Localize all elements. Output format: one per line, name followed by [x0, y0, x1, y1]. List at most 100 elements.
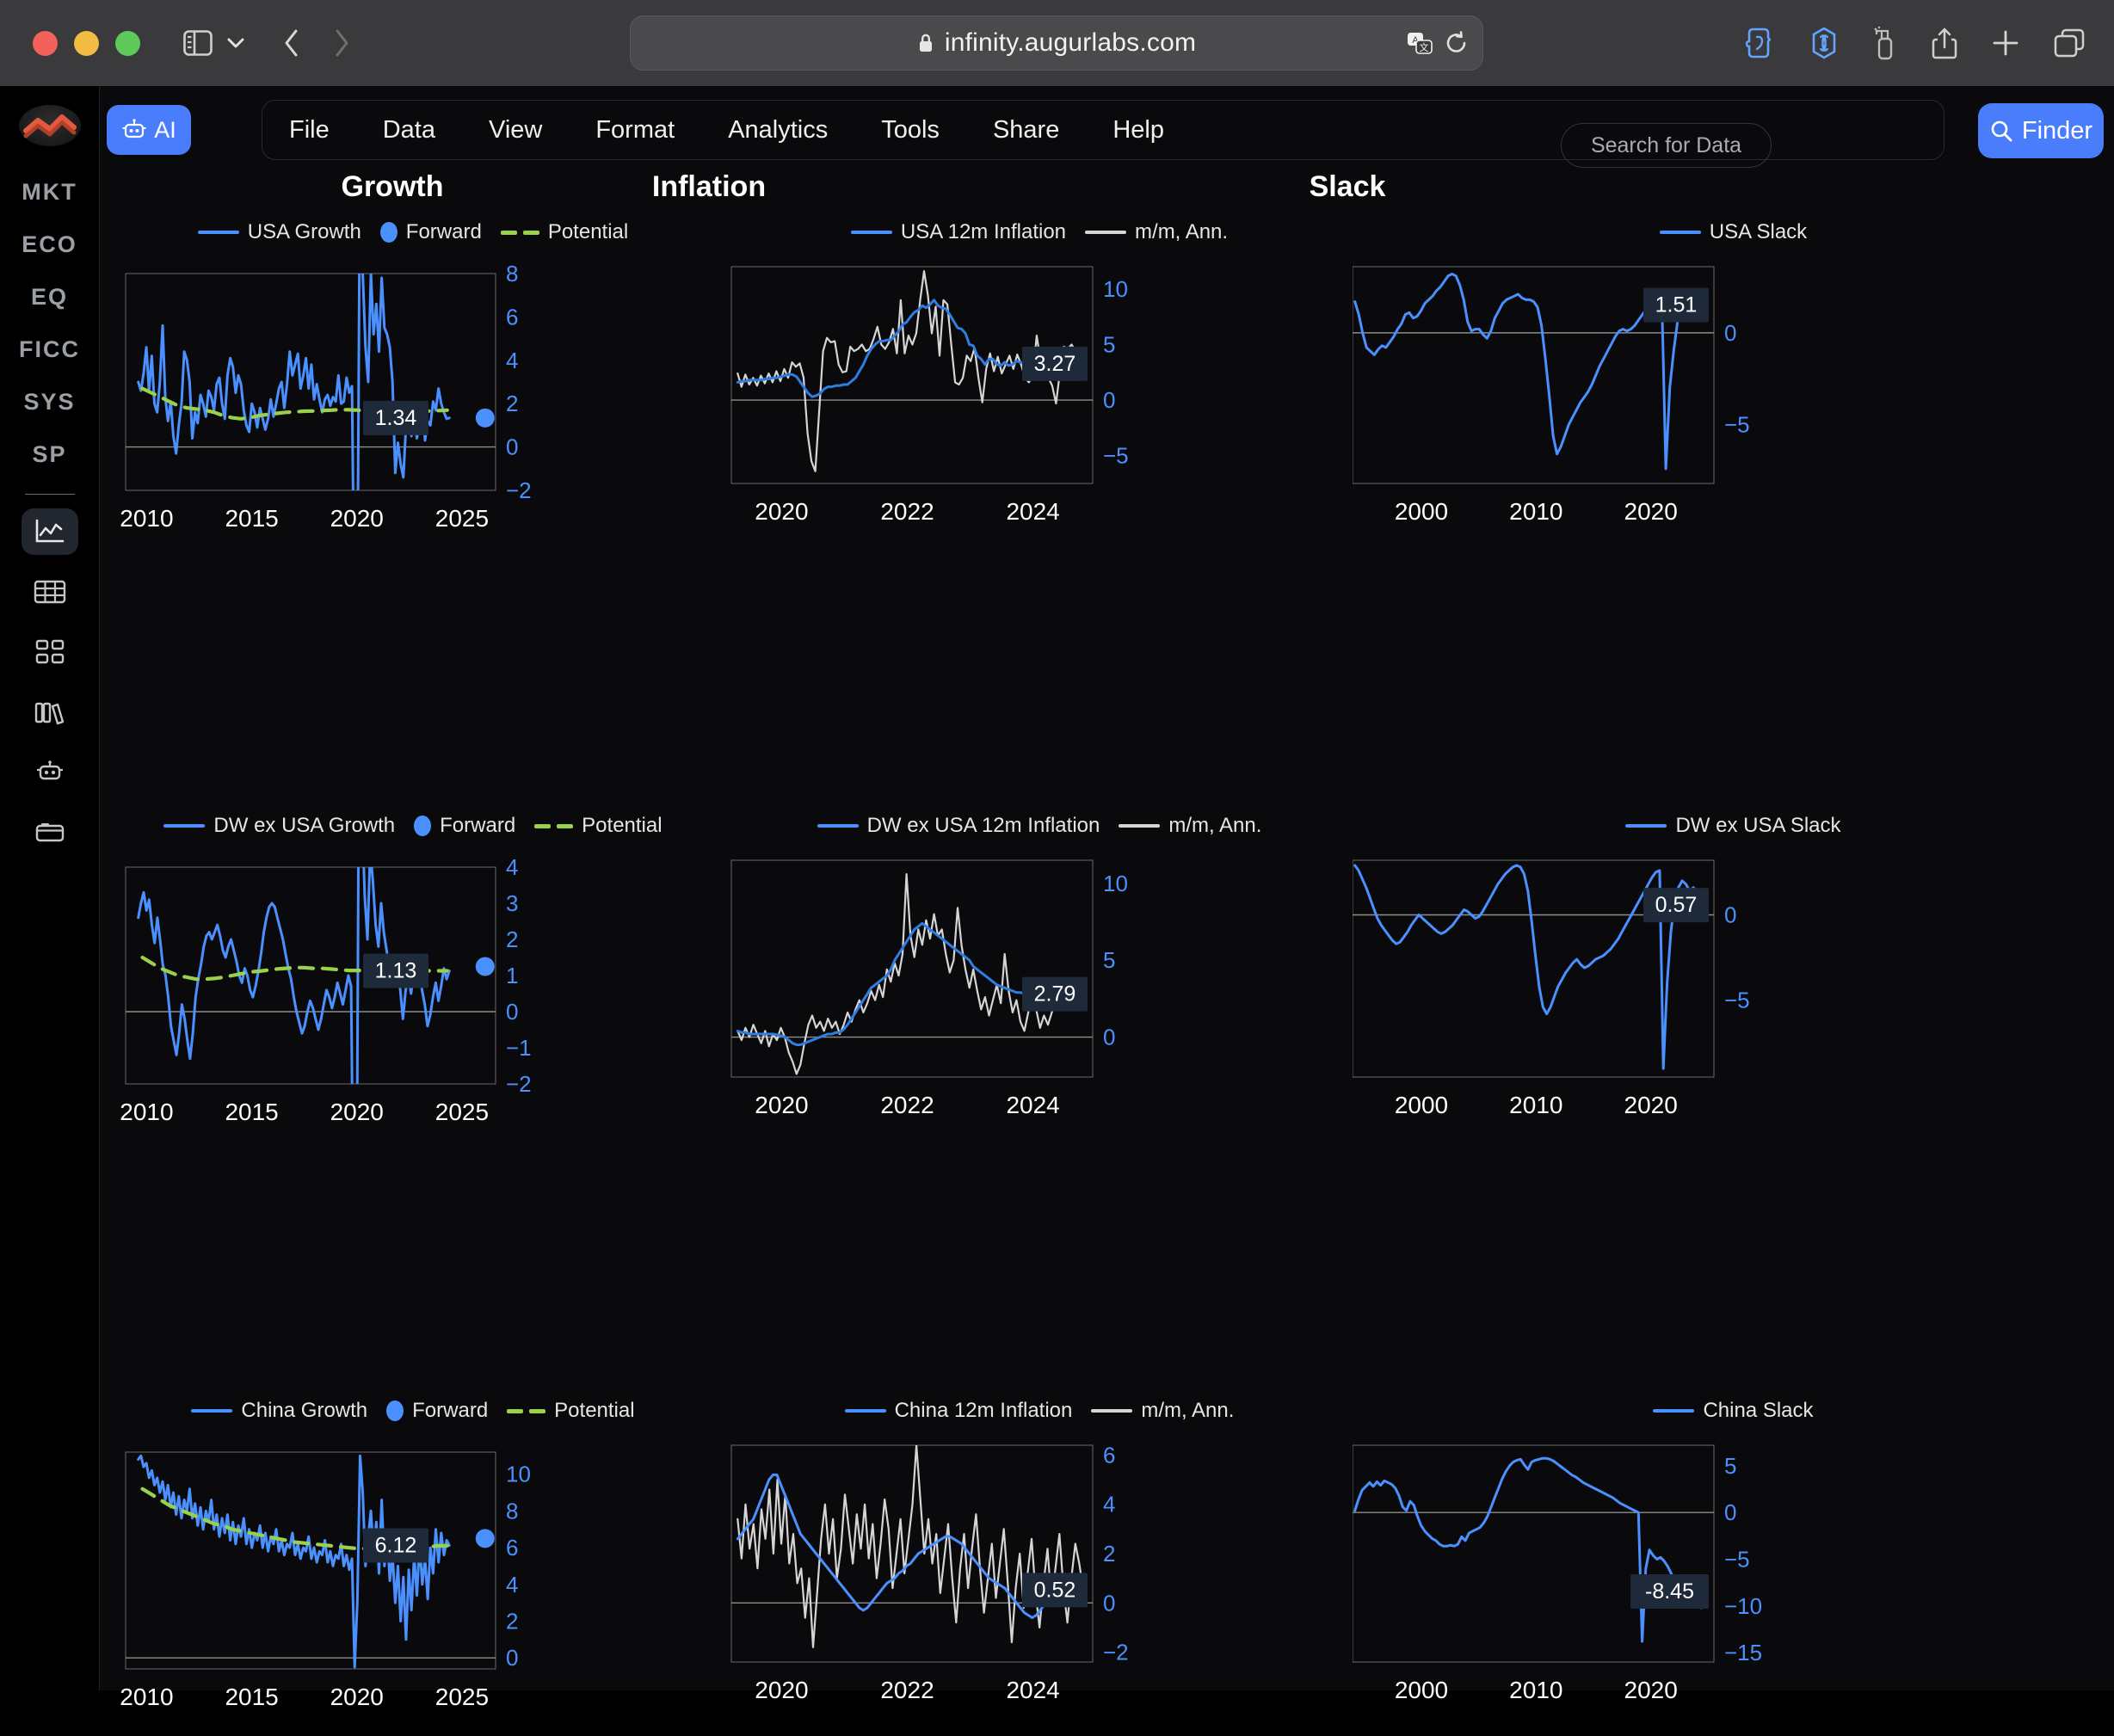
close-window-button[interactable]	[33, 30, 58, 56]
svg-text:2010: 2010	[1509, 498, 1562, 525]
legend-line-swatch	[1659, 231, 1701, 234]
library-books-icon[interactable]	[22, 689, 78, 736]
plot-usa-growth[interactable]: −2 0 2 4 6 8 2010 2015 2020 2025 1.34	[100, 248, 726, 557]
extension-icon[interactable]	[1746, 27, 1775, 59]
menu-item-view[interactable]: View	[462, 100, 569, 160]
legend-item[interactable]: DW ex USA 12m Inflation	[817, 814, 1100, 838]
svg-text:0.52: 0.52	[1034, 1578, 1076, 1602]
legend-item[interactable]: USA Growth	[197, 220, 361, 244]
sidebar-item-eq[interactable]: EQ	[31, 284, 68, 311]
legend-label: China Slack	[1703, 1399, 1814, 1422]
sidebar-toggle-icon[interactable]	[183, 30, 213, 56]
chart-dw-growth[interactable]: −2 −1 0 1 2 3 4 2010 2015 2020 2025 1.13	[100, 841, 726, 1151]
dashboard-blocks-icon[interactable]	[22, 629, 78, 675]
legend-item[interactable]: DW ex USA Growth	[163, 814, 395, 838]
legend-item[interactable]: Forward	[414, 814, 515, 838]
chevron-down-icon[interactable]	[226, 37, 245, 49]
menu-item-share[interactable]: Share	[966, 100, 1086, 160]
plot-china-slack[interactable]: −15−10−5052000 2010 2020-8.45	[1353, 1426, 2114, 1736]
sidebar-item-sys[interactable]: SYS	[23, 389, 75, 416]
legend-dw-growth: DW ex USA Growth Forward Potential	[100, 810, 726, 841]
menu-item-data[interactable]: Data	[356, 100, 462, 160]
plot-china-inflation[interactable]: −202462020 2022 20240.52	[726, 1426, 1353, 1736]
chart-usa-slack[interactable]: −5 0 2000 2010 2020 1.51	[1353, 248, 2114, 557]
legend-item[interactable]: China 12m Inflation	[844, 1399, 1073, 1423]
plot-dw-inflation[interactable]: 0 5 10 2020 2022 2024 2.79	[726, 841, 1353, 1151]
search-input[interactable]: Search for Data	[1561, 123, 1772, 168]
tab-overview-icon[interactable]	[2054, 28, 2085, 58]
legend-label: DW ex USA Slack	[1675, 814, 1841, 837]
legend-item[interactable]: m/m, Ann.	[1085, 220, 1228, 244]
legend-dw-slack: DW ex USA Slack	[1353, 810, 2114, 841]
sidebar-item-mkt[interactable]: MKT	[22, 179, 77, 206]
svg-text:2015: 2015	[225, 505, 278, 532]
legend-item[interactable]: Forward	[379, 220, 482, 244]
sidebar-item-sp[interactable]: SP	[32, 441, 66, 468]
legend-label: China 12m Inflation	[894, 1399, 1073, 1422]
svg-text:5: 5	[1103, 947, 1115, 973]
plot-usa-slack[interactable]: −5 0 2000 2010 2020 1.51	[1353, 248, 2114, 557]
legend-item[interactable]: USA 12m Inflation	[850, 220, 1066, 244]
legend-item[interactable]: Potential	[534, 814, 663, 838]
back-chevron-icon[interactable]	[283, 28, 300, 58]
chart-cell-dw-slack: DW ex USA Slack −5 0 2000 2010 2020 0.57	[1353, 810, 2114, 1151]
legend-item[interactable]: China Slack	[1653, 1399, 1814, 1423]
share-icon[interactable]	[1932, 27, 1957, 59]
svg-text:−15: −15	[1724, 1640, 1762, 1665]
legend-item[interactable]: m/m, Ann.	[1091, 1399, 1234, 1423]
menu-item-file[interactable]: File	[262, 100, 356, 160]
menu-item-format[interactable]: Format	[569, 100, 701, 160]
legend-dot-swatch	[414, 816, 432, 836]
address-bar[interactable]: infinity.augurlabs.com A文	[630, 15, 1483, 71]
plus-new-tab-icon[interactable]	[1992, 29, 2019, 57]
menu-item-tools[interactable]: Tools	[854, 100, 966, 160]
legend-item[interactable]: Potential	[500, 220, 628, 244]
menu-item-analytics[interactable]: Analytics	[701, 100, 854, 160]
svg-text:0.57: 0.57	[1655, 893, 1698, 917]
legend-item[interactable]: m/m, Ann.	[1119, 814, 1261, 838]
chart-china-slack[interactable]: −15 −10 −5 0 5 2000 2010 2020 -8.45	[1353, 1426, 2114, 1736]
augur-labs-logo[interactable]	[18, 105, 81, 153]
maximize-window-button[interactable]	[115, 30, 140, 56]
chart-dw-slack[interactable]: −5 0 2000 2010 2020 0.57	[1353, 841, 2114, 1151]
url-text: infinity.augurlabs.com	[944, 28, 1197, 57]
chart-china-inflation[interactable]: −2 0 2 4 6 2020 2022 2024 0.52	[726, 1426, 1353, 1736]
chart-usa-growth[interactable]: −2 0 2 4 6 8 2010 2015 2020 2025 1.34	[100, 248, 726, 557]
forward-chevron-icon[interactable]	[333, 28, 350, 58]
svg-text:0: 0	[506, 999, 518, 1025]
chart-cell-dw-inflation: DW ex USA 12m Inflation m/m, Ann. 0 5 10 2020…	[726, 810, 1353, 1151]
chart-dw-inflation[interactable]: 0 5 10 2020 2022 2024 2.79	[726, 841, 1353, 1151]
robot-icon[interactable]	[22, 749, 78, 796]
chart-china-growth[interactable]: 0 2 4 6 8 10 2010 2015 2020 2025 6.12	[100, 1426, 726, 1736]
table-grid-icon[interactable]	[22, 569, 78, 615]
sidebar-item-ficc[interactable]: FICC	[19, 336, 80, 363]
ai-button[interactable]: AI	[107, 105, 191, 155]
legend-item[interactable]: China Growth	[191, 1399, 367, 1423]
plot-usa-inflation[interactable]: −5 0 5 10 2020 2022 2024 3.27	[726, 248, 1353, 557]
svg-text:文: 文	[1420, 41, 1429, 53]
sidebar-item-eco[interactable]: ECO	[22, 231, 77, 258]
legend-item[interactable]: DW ex USA Slack	[1625, 814, 1841, 838]
legend-item[interactable]: USA Slack	[1659, 220, 1807, 244]
chart-usa-inflation[interactable]: −5 0 5 10 2020 2022 2024 3.27	[726, 248, 1353, 557]
svg-text:6: 6	[506, 1535, 518, 1561]
spray-cleaner-icon[interactable]	[1873, 26, 1897, 60]
minimize-window-button[interactable]	[74, 30, 99, 56]
finder-button[interactable]: Finder	[1978, 103, 2104, 158]
plot-china-growth[interactable]: 0 2 4 6 8 10 2010 2015 2020 2025 6.12	[100, 1426, 726, 1736]
legend-item[interactable]: Forward	[386, 1399, 488, 1423]
reload-icon[interactable]	[1445, 31, 1469, 57]
svg-text:2020: 2020	[755, 498, 808, 525]
svg-text:2010: 2010	[120, 505, 173, 532]
legend-label: m/m, Ann.	[1168, 814, 1262, 837]
command-extension-icon[interactable]	[1809, 27, 1839, 59]
legend-item[interactable]: Potential	[507, 1399, 635, 1423]
legend-line-swatch	[1119, 824, 1161, 828]
plot-dw-slack[interactable]: −5 0 2000 2010 2020 0.57	[1353, 841, 2114, 1151]
column-title-inflation: Inflation	[651, 170, 767, 203]
wallet-card-icon[interactable]	[22, 810, 78, 856]
menu-item-help[interactable]: Help	[1086, 100, 1191, 160]
line-chart-icon[interactable]	[21, 508, 78, 555]
translate-icon[interactable]: A文	[1407, 32, 1433, 56]
plot-dw-growth[interactable]: −2 −1 0 1 2 3 4 2010 2015 2020 2025 1.13	[100, 841, 726, 1151]
